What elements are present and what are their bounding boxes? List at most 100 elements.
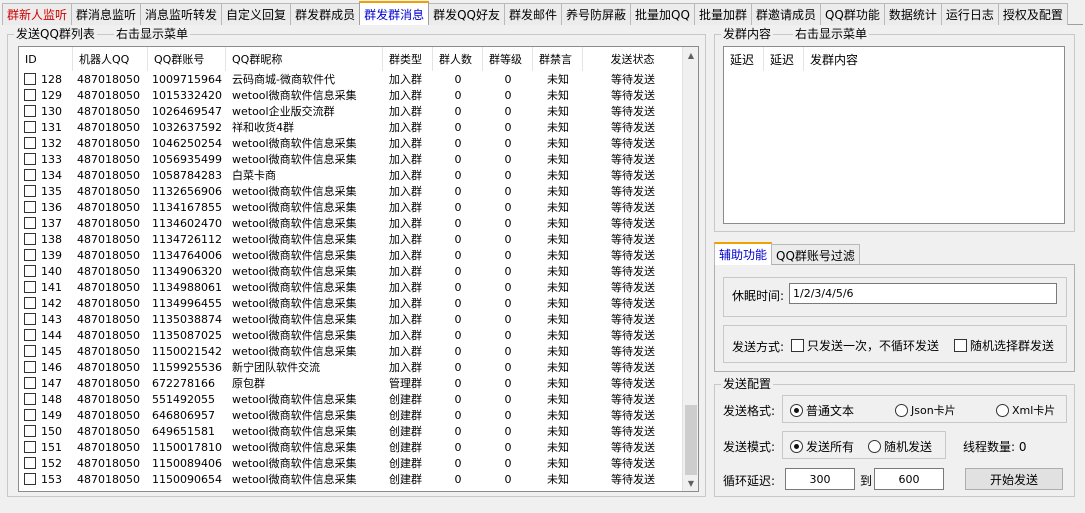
table-row[interactable]: 153 487018050 1150090654 wetool微商软件信息采集 创建群 0… [19,471,683,487]
table-row[interactable]: 144 487018050 1135087025 wetool微商软件信息采集 加入群 0… [19,327,683,343]
random-group-box[interactable] [954,339,967,352]
row-checkbox[interactable] [24,169,36,181]
table-row[interactable]: 135 487018050 1132656906 wetool微商软件信息采集 加入群 0… [19,183,683,199]
table-row[interactable]: 151 487018050 1150017810 wetool微商软件信息采集 创建群 0… [19,439,683,455]
pattern-all-radio[interactable]: 发送所有 [790,438,854,455]
row-checkbox[interactable] [24,457,36,469]
col-send-status[interactable]: 发送状态 [583,47,683,71]
tab-10[interactable]: 批量加群 [693,3,752,25]
col-group-mute[interactable]: 群禁言 [533,47,583,71]
table-row[interactable]: 141 487018050 1134988061 wetool微商软件信息采集 加入群 0… [19,279,683,295]
row-checkbox[interactable] [24,425,36,437]
row-checkbox[interactable] [24,217,36,229]
table-row[interactable]: 143 487018050 1135038874 wetool微商软件信息采集 加入群 0… [19,311,683,327]
sleep-input[interactable]: 1/2/3/4/5/6 [789,283,1057,304]
col-id[interactable]: ID [19,47,73,71]
row-checkbox[interactable] [24,153,36,165]
table-row[interactable]: 142 487018050 1134996455 wetool微商软件信息采集 加入群 0… [19,295,683,311]
start-send-button[interactable]: 开始发送 [965,468,1063,490]
tab-7[interactable]: 群发邮件 [504,3,563,25]
col-group-level[interactable]: 群等级 [483,47,533,71]
table-row[interactable]: 131 487018050 1032637592 祥和收货4群 加入群 0 0 未知 等待发送 [19,119,683,135]
tab-4[interactable]: 群发群成员 [290,3,361,25]
table-row[interactable]: 133 487018050 1056935499 wetool微商软件信息采集 加入群 0… [19,151,683,167]
group-list-table[interactable]: ID 机器人QQ QQ群账号 QQ群昵称 群类型 群人数 群等级 群禁言 发送状… [18,46,699,492]
table-row[interactable]: 150 487018050 649651581 wetool微商软件信息采集 创建群 0 0… [19,423,683,439]
col-delay-1[interactable]: 延迟 [724,47,764,71]
table-row[interactable]: 140 487018050 1134906320 wetool微商软件信息采集 加入群 0… [19,263,683,279]
tab-aux-functions[interactable]: 辅助功能 [714,242,773,265]
row-checkbox[interactable] [24,233,36,245]
vertical-scrollbar[interactable]: ▲ ▼ [682,47,698,491]
tab-1[interactable]: 群消息监听 [71,3,142,25]
col-group-type[interactable]: 群类型 [383,47,433,71]
row-checkbox[interactable] [24,185,36,197]
pattern-random-radio[interactable]: 随机发送 [868,438,932,455]
row-checkbox[interactable] [24,297,36,309]
scroll-thumb[interactable] [685,405,697,475]
format-plain-dot[interactable] [790,404,803,417]
col-delay-2[interactable]: 延迟 [764,47,804,71]
send-once-box[interactable] [791,339,804,352]
tab-14[interactable]: 运行日志 [940,3,999,25]
tab-2[interactable]: 消息监听转发 [140,3,223,25]
col-send-content[interactable]: 发群内容 [804,47,924,71]
row-checkbox[interactable] [24,105,36,117]
table-row[interactable]: 136 487018050 1134167855 wetool微商软件信息采集 加入群 0… [19,199,683,215]
table-row[interactable]: 145 487018050 1150021542 wetool微商软件信息采集 加入群 0… [19,343,683,359]
tab-3[interactable]: 自定义回复 [221,3,292,25]
send-content-list[interactable]: 延迟 延迟 发群内容 [723,46,1065,224]
tab-9[interactable]: 批量加QQ [630,3,695,25]
row-checkbox[interactable] [24,73,36,85]
row-checkbox[interactable] [24,249,36,261]
table-row[interactable]: 149 487018050 646806957 wetool微商软件信息采集 创建群 0 0… [19,407,683,423]
table-row[interactable]: 132 487018050 1046250254 wetool微商软件信息采集 加入群 0… [19,135,683,151]
format-plain-radio[interactable]: 普通文本 [790,402,854,419]
format-xml-radio[interactable]: Xml卡片 [996,402,1055,418]
row-checkbox[interactable] [24,393,36,405]
random-group-checkbox[interactable]: 随机选择群发送 [954,337,1054,354]
send-once-checkbox[interactable]: 只发送一次，不循环发送 [791,337,939,354]
col-robot-qq[interactable]: 机器人QQ [73,47,148,71]
tab-12[interactable]: QQ群功能 [819,3,885,25]
tab-15[interactable]: 授权及配置 [997,3,1068,25]
table-row[interactable]: 130 487018050 1026469547 wetool企业版交流群 加入群 0 0 未… [19,103,683,119]
col-group-account[interactable]: QQ群账号 [148,47,226,71]
table-row[interactable]: 147 487018050 672278166 原包群 管理群 0 0 未知 等待发送 [19,375,683,391]
row-checkbox[interactable] [24,441,36,453]
row-checkbox[interactable] [24,409,36,421]
format-json-dot[interactable] [895,403,908,417]
row-checkbox[interactable] [24,265,36,277]
row-checkbox[interactable] [24,121,36,133]
table-row[interactable]: 152 487018050 1150089406 wetool微商软件信息采集 创建群 0… [19,455,683,471]
row-checkbox[interactable] [24,473,36,485]
row-checkbox[interactable] [24,89,36,101]
row-checkbox[interactable] [24,313,36,325]
scroll-up-arrow-icon[interactable]: ▲ [683,47,698,63]
row-checkbox[interactable] [24,137,36,149]
table-row[interactable]: 139 487018050 1134764006 wetool微商软件信息采集 加入群 0… [19,247,683,263]
loop-delay-to-input[interactable]: 600 [874,468,944,490]
table-row[interactable]: 148 487018050 551492055 wetool微商软件信息采集 创建群 0 0… [19,391,683,407]
table-row[interactable]: 137 487018050 1134602470 wetool微商软件信息采集 加入群 0… [19,215,683,231]
scroll-down-arrow-icon[interactable]: ▼ [683,475,698,491]
table-row[interactable]: 146 487018050 1159925536 新宁团队软件交流 加入群 0 0 未知 等待发… [19,359,683,375]
tab-13[interactable]: 数据统计 [883,3,942,25]
row-checkbox[interactable] [24,361,36,373]
tab-group-account-filter[interactable]: QQ群账号过滤 [771,244,860,265]
table-row[interactable]: 128 487018050 1009715964 云码商城-微商软件代 加入群 0 0 未知 等… [19,71,683,87]
tab-5[interactable]: 群发群消息 [359,1,430,25]
row-checkbox[interactable] [24,345,36,357]
col-group-nickname[interactable]: QQ群昵称 [226,47,383,71]
tab-0[interactable]: 群新人监听 [2,3,73,25]
row-checkbox[interactable] [24,201,36,213]
tab-8[interactable]: 养号防屏蔽 [561,3,632,25]
format-json-radio[interactable]: Json卡片 [895,402,956,418]
table-row[interactable]: 129 487018050 1015332420 wetool微商软件信息采集 加入群 0… [19,87,683,103]
col-member-count[interactable]: 群人数 [433,47,483,71]
tab-6[interactable]: 群发QQ好友 [428,3,505,25]
row-checkbox[interactable] [24,377,36,389]
pattern-random-dot[interactable] [868,440,881,453]
tab-11[interactable]: 群邀请成员 [750,3,821,25]
row-checkbox[interactable] [24,281,36,293]
